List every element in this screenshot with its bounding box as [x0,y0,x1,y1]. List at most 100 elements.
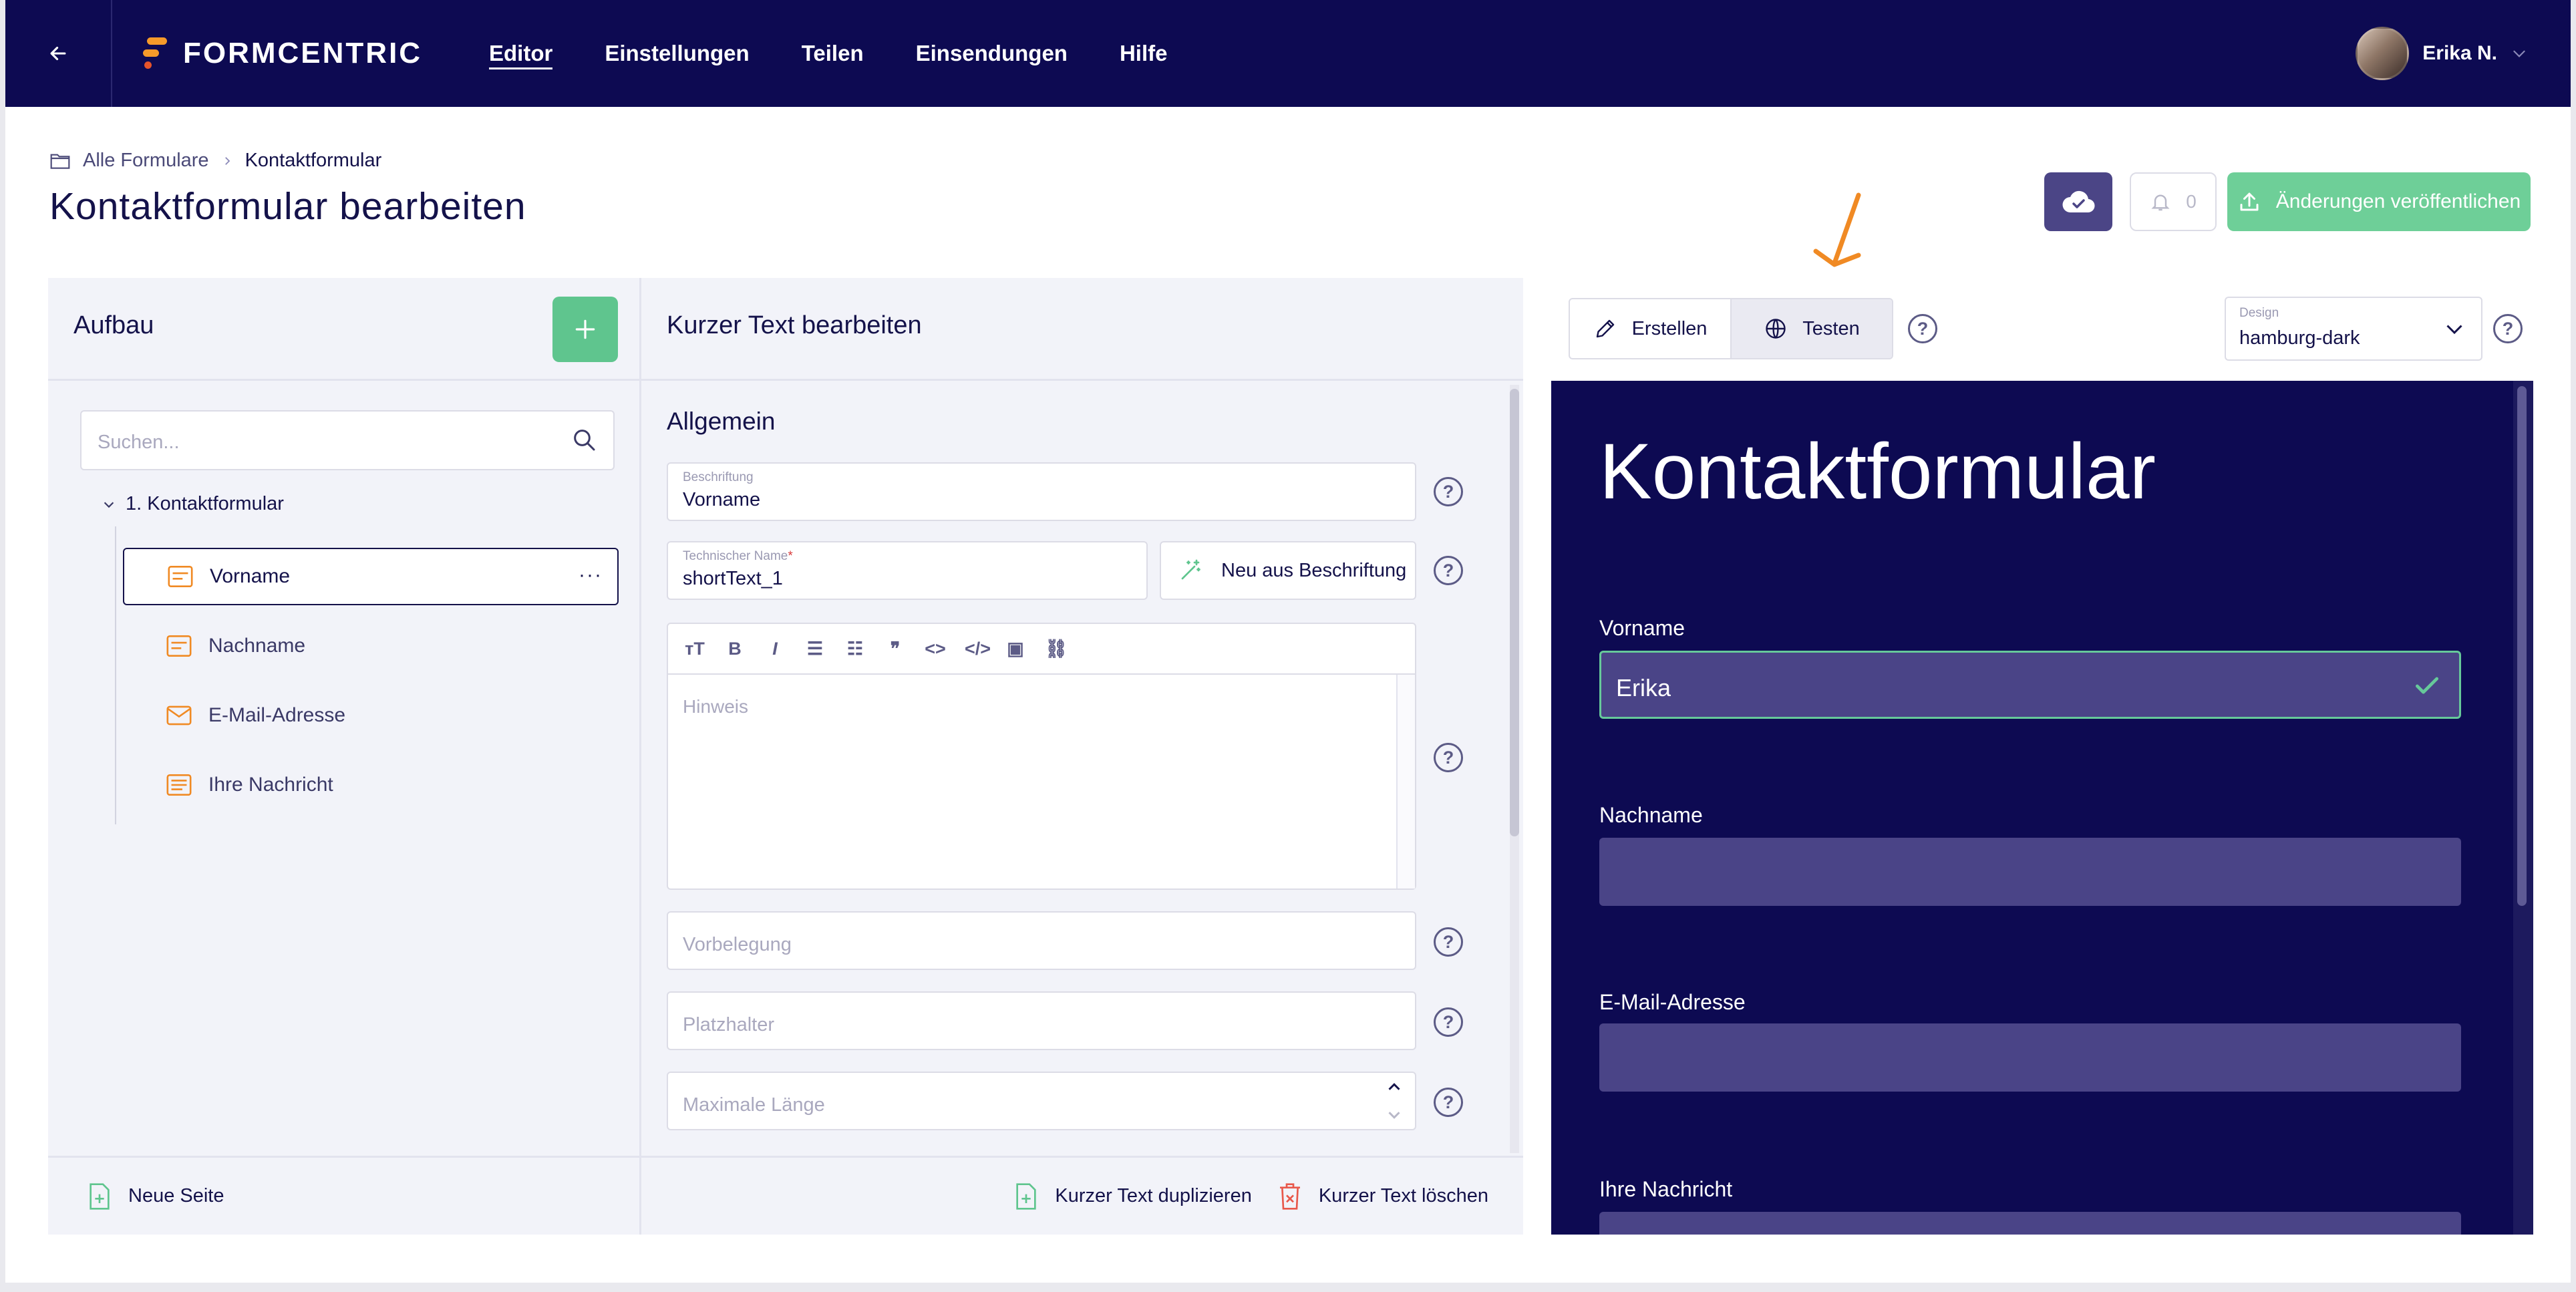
help-icon[interactable]: ? [1434,556,1463,585]
caption-field[interactable]: Beschriftung Vorname [667,462,1416,521]
edit-footer: Kurzer Text duplizieren Kurzer Text lösc… [641,1156,1523,1235]
preview-input-nachricht[interactable] [1599,1212,2461,1235]
structure-footer: Neue Seite [48,1156,639,1235]
generate-from-caption-button[interactable]: Neu aus Beschriftung [1160,541,1416,600]
publish-label: Änderungen veröffentlichen [2275,190,2521,212]
preview-title: Kontaktformular [1599,428,2156,516]
delete-label: Kurzer Text löschen [1318,1185,1488,1206]
formcentric-logo[interactable]: FORMCENTRIC [143,36,422,71]
nav-einstellungen[interactable]: Einstellungen [605,0,749,107]
breadcrumb: Alle Formulare Kontaktformular [49,150,381,172]
edit-panel: Kurzer Text bearbeiten Allgemein Beschri… [641,278,1523,1235]
nav-editor[interactable]: Editor [489,0,553,107]
bold-icon[interactable]: B [724,639,746,659]
editor-scrollbar[interactable] [1396,675,1415,889]
tree-page-item[interactable]: 1. Kontaktformular [102,493,284,515]
chevron-down-icon [2446,325,2462,335]
italic-icon[interactable]: I [764,639,786,659]
magic-wand-icon [1181,559,1200,580]
notifications-button[interactable]: 0 [2130,172,2217,231]
tab-testen[interactable]: Testen [1730,299,1892,358]
tree-item-email[interactable]: E-Mail-Adresse [123,687,619,744]
tree-page-label: 1. Kontaktformular [126,493,284,514]
nav-teilen[interactable]: Teilen [802,0,864,107]
save-cloud-button[interactable] [2044,172,2112,231]
tree-item-nachname[interactable]: Nachname [123,617,619,675]
technical-name-field[interactable]: Technischer Name* shortText_1 [667,541,1148,600]
image-icon[interactable]: ▣ [1005,639,1026,659]
new-page-button[interactable]: Neue Seite [88,1182,224,1210]
help-icon[interactable]: ? [1434,743,1463,772]
required-marker: * [788,549,793,563]
duplicate-button[interactable]: Kurzer Text duplizieren [1015,1182,1252,1210]
edit-scrollbar-thumb[interactable] [1510,389,1519,836]
publish-button[interactable]: Änderungen veröffentlichen [2227,172,2531,231]
help-icon[interactable]: ? [1434,477,1463,506]
max-length-field[interactable]: Maximale Länge [667,1072,1416,1130]
logo-mark-icon [143,37,167,69]
preview-scrollbar-thumb[interactable] [2517,386,2527,906]
notification-count: 0 [2186,191,2197,212]
help-icon[interactable]: ? [1434,1007,1463,1037]
chevron-down-icon [2513,50,2525,57]
quote-icon[interactable]: ❞ [884,639,906,659]
chevron-right-icon [224,156,230,165]
code-block-icon[interactable]: </> [965,639,991,659]
default-value-field[interactable]: Vorbelegung [667,911,1416,970]
technical-name-label: Technischer Name* [683,549,793,563]
tab-testen-label: Testen [1802,317,1860,339]
bullet-list-icon[interactable]: ☰ [804,639,826,659]
code-icon[interactable]: <> [925,639,946,659]
duplicate-icon [1016,1182,1037,1210]
caption-value: Vorname [683,489,761,510]
help-icon[interactable]: ? [2493,314,2523,343]
user-menu[interactable]: Erika N. [2356,25,2528,82]
search-icon[interactable] [571,426,597,453]
preview-label-nachricht: Ihre Nachricht [1599,1177,1733,1201]
help-icon[interactable]: ? [1434,927,1463,957]
preview-label-vorname: Vorname [1599,616,1685,640]
search-input[interactable]: Suchen... [80,410,615,470]
stepper-up-icon[interactable] [1384,1077,1404,1097]
hint-placeholder: Hinweis [683,696,749,717]
text-size-icon[interactable]: тT [684,639,705,659]
tree-connector [115,526,116,824]
delete-button[interactable]: Kurzer Text löschen [1279,1182,1488,1210]
design-label: Design [2239,306,2279,320]
design-select[interactable]: Design hamburg-dark [2225,297,2482,361]
nav-einsendungen[interactable]: Einsendungen [916,0,1068,107]
placeholder-field[interactable]: Platzhalter [667,991,1416,1050]
search-placeholder: Suchen... [98,432,180,453]
editor-toolbar: тT B I ☰ ☷ ❞ <> </> ▣ ⛓ [668,624,1415,675]
back-button[interactable] [5,0,112,107]
duplicate-label: Kurzer Text duplizieren [1055,1185,1252,1206]
add-element-button[interactable] [552,297,618,362]
add-page-icon [90,1182,110,1210]
stepper-down-icon[interactable] [1384,1105,1404,1125]
more-options-icon[interactable]: ··· [579,564,603,587]
nav-hilfe[interactable]: Hilfe [1120,0,1168,107]
tree-item-nachricht[interactable]: Ihre Nachricht [123,756,619,814]
user-name: Erika N. [2422,42,2497,64]
preview-input-nachname[interactable] [1599,838,2461,906]
structure-panel: Aufbau Suchen... 1. Kontaktformular Vorn… [48,278,641,1235]
max-length-placeholder: Maximale Länge [683,1094,825,1116]
link-icon[interactable]: ⛓ [1045,638,1068,659]
email-icon [166,705,192,725]
checkmark-icon [2415,677,2439,694]
app-window: FORMCENTRIC Editor Einstellungen Teilen … [5,0,2571,1283]
tab-erstellen[interactable]: Erstellen [1570,299,1730,358]
preview-input-email[interactable] [1599,1023,2461,1092]
help-icon[interactable]: ? [1908,314,1937,343]
preview-input-vorname[interactable]: Erika [1599,651,2461,719]
tree-item-vorname[interactable]: Vorname ··· [123,548,619,605]
preview-label-email: E-Mail-Adresse [1599,990,1746,1014]
structure-title: Aufbau [73,311,154,339]
annotation-arrow-icon [1813,192,1861,267]
help-icon[interactable]: ? [1434,1088,1463,1117]
structure-header: Aufbau [48,278,639,381]
chevron-down-icon[interactable] [102,497,116,512]
breadcrumb-parent[interactable]: Alle Formulare [83,150,209,172]
numbered-list-icon[interactable]: ☷ [844,639,866,659]
hint-rich-text-editor[interactable]: тT B I ☰ ☷ ❞ <> </> ▣ ⛓ Hinweis [667,623,1416,890]
